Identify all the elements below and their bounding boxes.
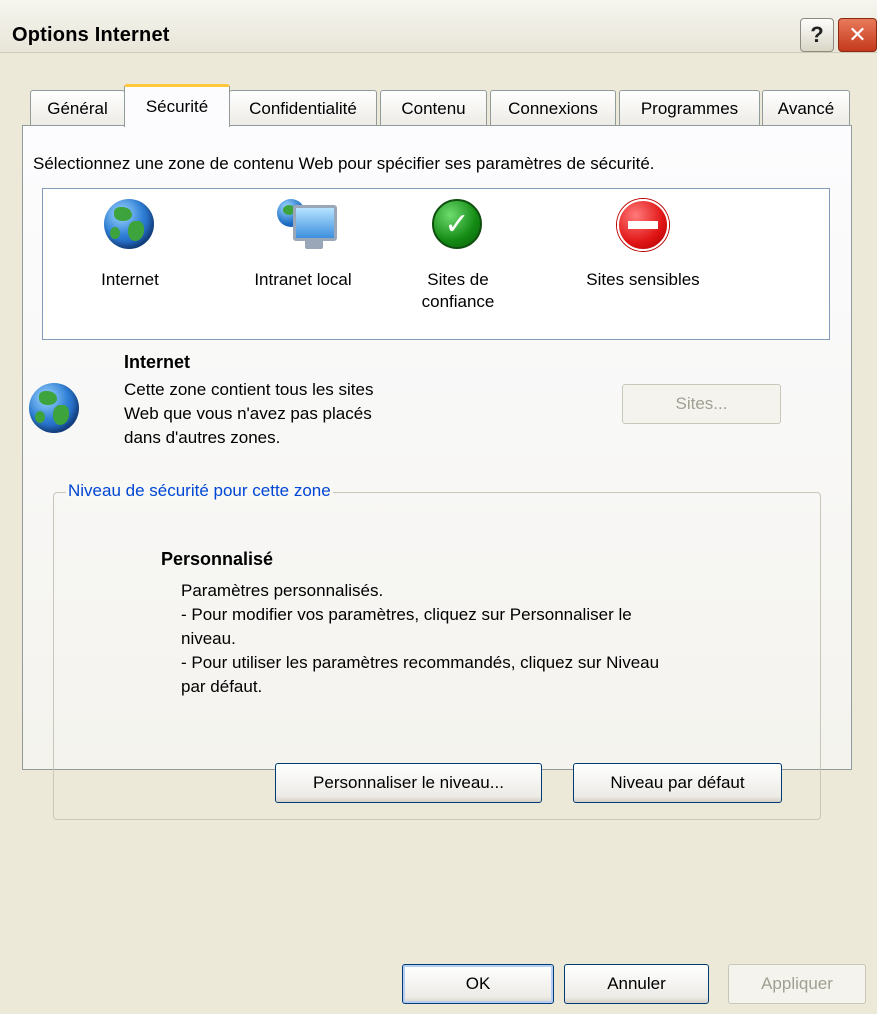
ok-button[interactable]: OK [402, 964, 554, 1004]
globe-icon [104, 199, 156, 251]
cancel-button[interactable]: Annuler [564, 964, 709, 1004]
tab-privacy[interactable]: Confidentialité [229, 90, 377, 126]
selected-zone-name: Internet [124, 352, 191, 372]
tab-content[interactable]: Contenu [380, 90, 487, 126]
description-line: niveau. [181, 629, 236, 648]
description-line: Paramètres personnalisés. [181, 581, 384, 600]
description-line: Cette zone contient tous les sites [124, 380, 374, 399]
security-level-legend: Niveau de sécurité pour cette zone [66, 481, 333, 501]
zone-label-line2: confiance [421, 292, 495, 311]
security-level-description: Paramètres personnalisés. - Pour modifie… [181, 579, 781, 699]
window-title: Options Internet [12, 24, 170, 46]
zone-label: Sites de [427, 270, 489, 289]
default-level-button[interactable]: Niveau par défaut [573, 763, 782, 803]
security-tab-panel: Sélectionnez une zone de contenu Web pou… [22, 125, 852, 820]
description-line: par défaut. [181, 677, 263, 696]
close-icon: ✕ [848, 22, 867, 47]
tab-general[interactable]: Général [30, 90, 125, 126]
description-line: dans d'autres zones. [124, 428, 281, 447]
security-level-group: Niveau de sécurité pour cette zone Perso… [53, 481, 821, 820]
restricted-no-entry-icon [617, 199, 669, 251]
sites-button[interactable]: Sites... [622, 384, 781, 424]
zone-instruction: Sélectionnez une zone de contenu Web pou… [33, 154, 655, 173]
tab-security[interactable]: Sécurité [124, 84, 230, 127]
close-button[interactable]: ✕ [838, 18, 877, 52]
globe-icon [29, 383, 79, 433]
description-line: - Pour utiliser les paramètres recommand… [181, 653, 660, 672]
zone-internet[interactable]: Internet [85, 199, 175, 291]
zone-trusted-sites[interactable]: ✓ Sites de confiance [403, 199, 513, 313]
title-bar: Options Internet ? ✕ [0, 0, 877, 53]
description-line: Web que vous n'avez pas placés [124, 404, 372, 423]
trusted-check-icon: ✓ [432, 199, 484, 251]
help-icon: ? [810, 22, 824, 47]
zone-label: Sites sensibles [586, 270, 700, 289]
zone-label: Intranet local [254, 270, 352, 289]
zone-restricted-sites[interactable]: Sites sensibles [563, 199, 723, 291]
description-line: - Pour modifier vos paramètres, cliquez … [181, 605, 632, 624]
custom-level-button[interactable]: Personnaliser le niveau... [275, 763, 542, 803]
selected-zone-description: Cette zone contient tous les sites Web q… [124, 378, 464, 450]
security-level-name: Personnalisé [161, 549, 274, 569]
zone-label: Internet [101, 270, 159, 289]
apply-button[interactable]: Appliquer [728, 964, 866, 1004]
help-button[interactable]: ? [800, 18, 834, 52]
tab-programs[interactable]: Programmes [619, 90, 760, 126]
zone-local-intranet[interactable]: Intranet local [233, 199, 373, 291]
tab-advanced[interactable]: Avancé [762, 90, 850, 126]
zone-list[interactable]: Internet Intranet local ✓ Sites de confi… [42, 188, 830, 340]
intranet-icon [277, 199, 337, 251]
tab-connections[interactable]: Connexions [490, 90, 616, 126]
